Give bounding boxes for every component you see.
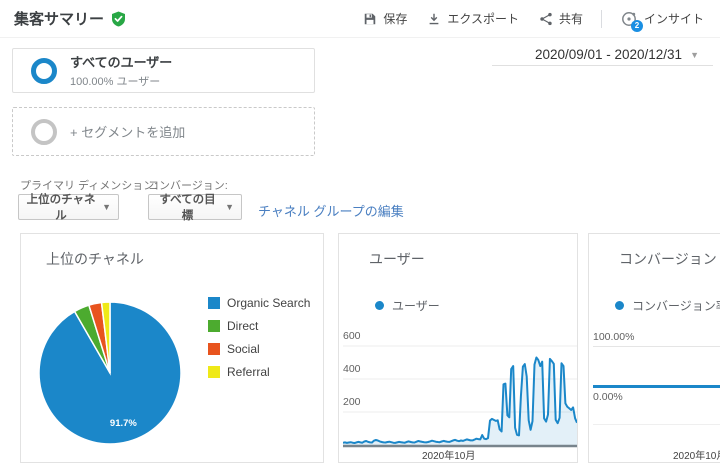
export-label: エクスポート [447,12,519,26]
caret-down-icon: ▼ [225,202,234,212]
ytick-0pct: 0.00% [593,391,623,403]
legend-label: Organic Search [227,296,311,310]
share-label: 共有 [558,12,583,26]
pie-legend: Organic Search Direct Social Referral [208,296,310,379]
segment-title: すべてのユーザー [70,55,173,70]
legend-item: Organic Search [208,296,310,310]
ytick-100pct: 100.00% [593,331,635,343]
legend-label: Referral [227,365,270,379]
conversions-panel: コンバージョン コンバージョン率 100.00% 0.00% 2020年10月 [588,233,720,463]
primary-dimension-dropdown[interactable]: 上位のチャネル ▼ [18,194,119,222]
users-legend-label: ユーザー [392,299,440,313]
save-icon [363,12,377,26]
segment-ring-gray-icon [31,118,57,145]
insights-button[interactable]: 2 インサイト [612,6,712,32]
top-channels-panel: 上位のチャネル 91.7% Organic Search Direct Soci… [20,233,324,463]
legend-label: Direct [227,319,259,333]
share-icon [539,12,553,26]
legend-item: Direct [208,319,310,333]
users-panel-title: ユーザー [369,251,425,267]
conversions-legend: コンバージョン率 [615,297,720,314]
conversion-value: すべての目標 [159,194,216,222]
gridline-low [593,424,720,425]
date-range-selector[interactable]: 2020/09/01 - 2020/12/31 ▼ [492,44,713,66]
header-toolbar: 保存 エクスポート 共有 2 インサイト [355,0,712,37]
legend-item: Referral [208,365,310,379]
svg-text:91.7%: 91.7% [110,418,137,429]
conversion-rate-line[interactable] [593,385,720,388]
users-panel: ユーザー ユーザー 600 400 200 2020年10月 [338,233,578,463]
pie-panel-title: 上位のチャネル [46,251,144,267]
edit-channel-group-link[interactable]: チャネル グループの編集 [258,201,404,220]
segment-ring-icon [31,57,57,84]
add-segment-label: + セグメントを追加 [70,125,186,140]
xtick-month: 2020年10月 [422,451,476,462]
channels-pie-chart[interactable]: 91.7% [35,298,185,448]
gridline-100pct [593,346,720,347]
header-bar: 集客サマリー 保存 エクスポート 共有 2 インサイト [0,0,720,38]
add-segment-button[interactable]: + セグメントを追加 [12,107,315,156]
users-legend: ユーザー [375,297,440,314]
legend-swatch-direct [208,320,220,332]
conversions-panel-title: コンバージョン [619,251,717,267]
legend-swatch-referral [208,366,220,378]
share-button[interactable]: 共有 [531,6,591,31]
insights-icon: 2 [620,10,643,32]
verified-shield-icon [111,11,126,27]
xtick-month: 2020年10月 [673,451,720,462]
primary-dimension-value: 上位のチャネル [26,194,96,222]
legend-swatch-social [208,343,220,355]
toolbar-divider [600,9,602,28]
insights-badge: 2 [630,19,643,32]
save-label: 保存 [383,12,408,26]
legend-label: Social [227,342,260,356]
users-line-chart[interactable] [343,327,577,448]
legend-dot-icon [375,301,384,310]
legend-item: Social [208,342,310,356]
conversion-dropdown[interactable]: すべての目標 ▼ [148,194,242,222]
date-range-text: 2020/09/01 - 2020/12/31 [534,47,683,62]
conversions-legend-label: コンバージョン率 [632,299,720,313]
segment-all-users[interactable]: すべてのユーザー 100.00% ユーザー [12,48,315,93]
chevron-down-icon: ▼ [690,49,699,60]
export-button[interactable]: エクスポート [419,6,527,31]
legend-dot-icon [615,301,624,310]
caret-down-icon: ▼ [102,202,111,212]
legend-swatch-organic [208,297,220,309]
insights-label: インサイト [643,12,704,26]
page-title: 集客サマリー [14,11,105,28]
download-icon [427,12,441,26]
save-button[interactable]: 保存 [355,6,415,31]
segment-subtitle: 100.00% ユーザー [70,76,161,88]
